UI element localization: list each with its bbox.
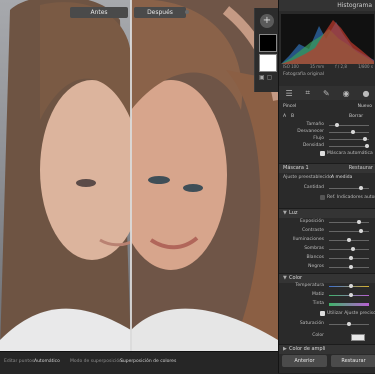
overlay-mode-select[interactable]: Superposición de colores [120,359,176,364]
preset-label: Pincel [283,104,297,109]
sliders-icon[interactable]: ☰ [285,89,292,98]
exposure-row[interactable]: Exposición [279,218,375,226]
histogram [281,14,374,64]
brush-mode-row: A B Borrar [279,113,375,121]
shadows-row[interactable]: Sombras [279,245,375,253]
fine-adjust-row[interactable]: Utilizar Ajuste preciso [279,310,375,318]
ref-adjust-checkbox[interactable] [320,195,325,200]
tint-color-row[interactable]: Tinta [279,300,375,308]
temperature-row[interactable]: Temperatura [279,282,375,290]
previous-button[interactable]: Anterior [282,355,327,367]
mask-tool-strip: + ▣ ▢ [254,8,279,92]
original-photo-toggle[interactable]: Fotografía original [283,72,324,77]
white-swatch-button[interactable] [259,54,277,72]
photo-viewer[interactable]: Antes Después [0,0,278,351]
amount-row[interactable]: Cantidad [279,184,375,192]
brush-b-label[interactable]: B [291,113,294,121]
tool-mode-row: ☰ ⌗ ✎ ◉ ● [279,86,375,100]
ref-adjust-row[interactable]: Ref. Indicadores auton [279,194,375,202]
light-section-header[interactable]: ▼ Luz [279,208,375,218]
new-button[interactable]: Nuevo [358,103,372,111]
preset-value[interactable]: A medida [331,174,352,182]
contrast-row[interactable]: Contraste [279,227,375,235]
auto-mask-row[interactable]: Máscara automática [279,150,375,158]
mask-section-header[interactable]: Máscara 1 Restaurar [279,163,375,173]
fine-adjust-checkbox[interactable] [320,311,325,316]
saturation-row[interactable]: Saturación [279,320,375,328]
highlights-row[interactable]: Iluminaciones [279,236,375,244]
brush-density-row[interactable]: Densidad [279,142,375,150]
histogram-title: Histograma [279,0,375,11]
reset-button[interactable]: Restaurar [331,355,375,367]
eye-icon[interactable]: ◉ [343,89,350,98]
delete-button[interactable]: Borrar [349,113,363,121]
split-divider[interactable] [130,0,132,351]
color-swatch-row[interactable]: Color [279,332,375,341]
blacks-row[interactable]: Negros [279,263,375,271]
tool-icons-row[interactable]: ▣ ▢ [259,74,275,90]
brush-a-label[interactable]: A [283,113,286,121]
tint-row[interactable]: Matiz [279,291,375,299]
show-edit-pins-select[interactable]: Automático [34,359,60,364]
brush-header: Pincel Nuevo [279,103,375,111]
effects-section-header[interactable]: ▶ Color de ampli [279,344,375,354]
focal-length: 35 mm [309,64,325,69]
indicator-dot [185,10,189,14]
tint-gradient[interactable] [329,303,369,306]
before-image [0,0,131,351]
mask-reset[interactable]: Restaurar [349,164,373,173]
heal-icon[interactable]: ✎ [323,89,330,98]
histogram-info: ISO 100 35 mm f / 2,8 1/800 s [283,64,373,69]
whites-row[interactable]: Blancos [279,254,375,262]
mask-icon[interactable]: ● [363,89,370,98]
aperture: f / 2,8 [335,64,347,69]
overlay-mode-label: Modo de superposición: [70,359,124,364]
before-label: Antes [70,7,128,18]
iso-value: ISO 100 [283,64,299,69]
develop-panel: Histograma ISO 100 35 mm f / 2,8 1/800 s… [278,0,375,373]
auto-mask-checkbox[interactable] [320,151,325,156]
black-swatch-button[interactable] [259,34,277,52]
crop-icon[interactable]: ⌗ [306,88,311,98]
color-swatch[interactable] [351,334,365,341]
after-label: Después [134,7,186,18]
bottom-toolbar: Editar puntos: Automático Modo de superp… [0,351,278,374]
add-mask-icon[interactable]: + [260,14,274,28]
show-edit-pins-label: Editar puntos: [4,359,36,364]
shutter: 1/800 s [358,64,373,69]
preset-row[interactable]: Ajuste preestablecido: A medida [279,174,375,182]
